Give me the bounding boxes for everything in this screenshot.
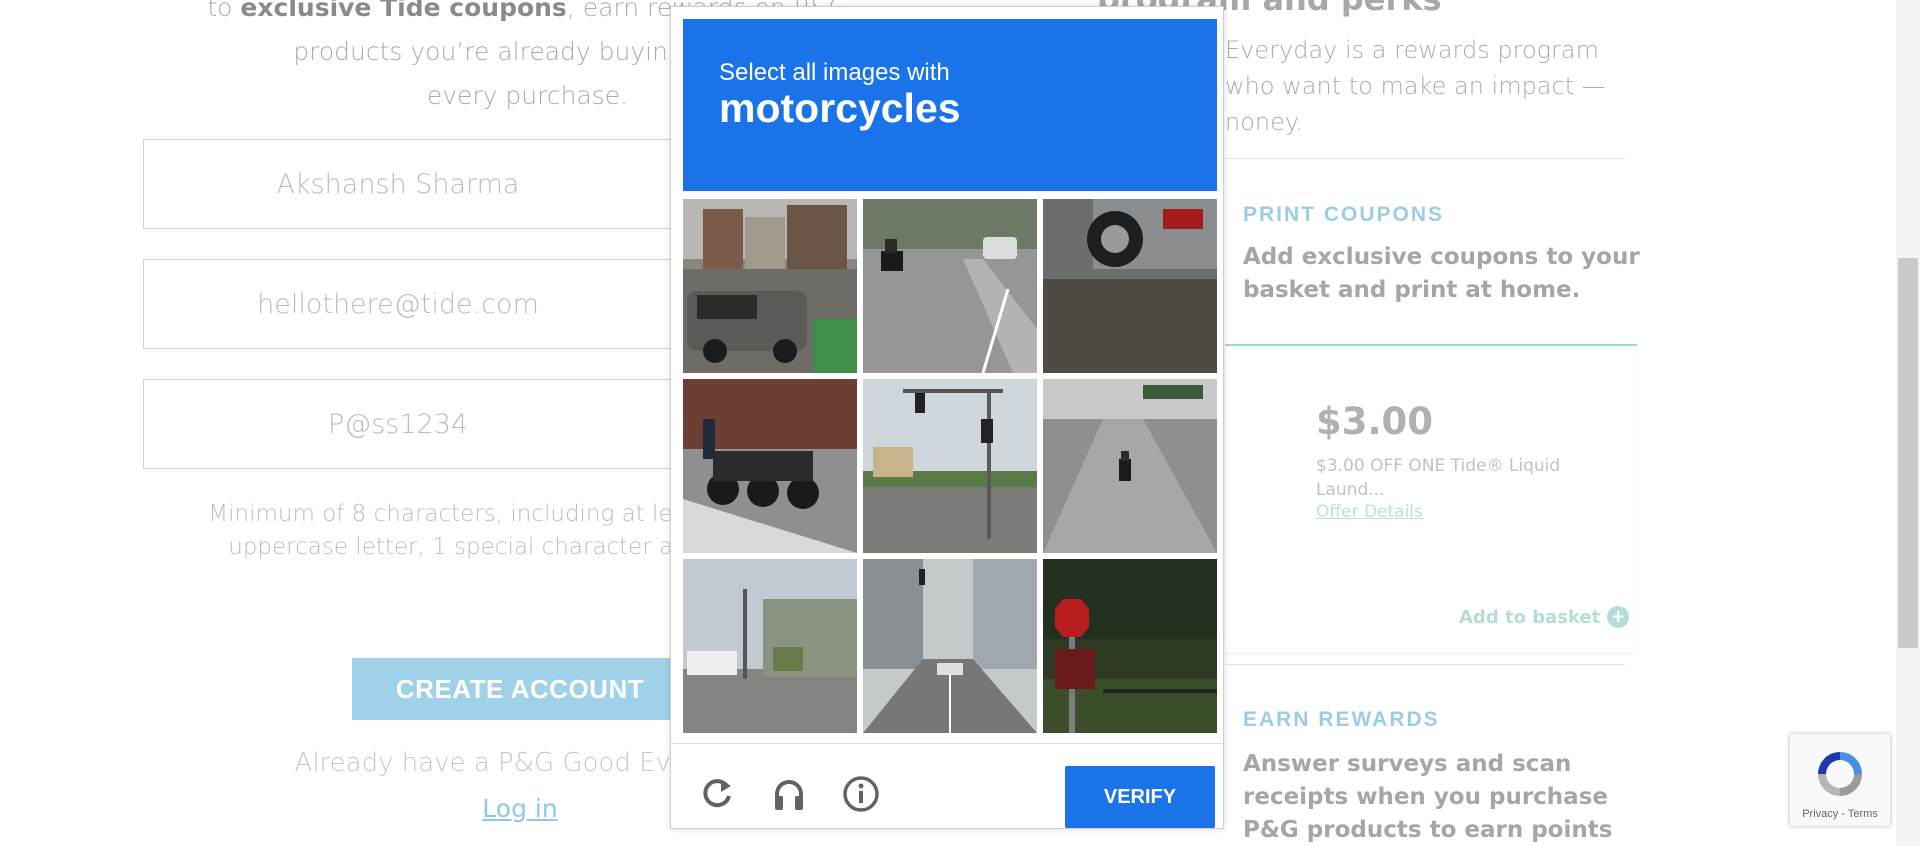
tile-image [863,199,1037,373]
info-icon[interactable] [841,774,881,814]
image-tile-industrial-street[interactable] [683,559,857,733]
program-intro-line-1: Everyday is a rewards program [1225,36,1599,64]
tile-image [683,559,857,733]
offer-details-link[interactable]: Offer Details [1316,502,1423,522]
coupon-description: $3.00 OFF ONE Tide® Liquid Laund... [1316,456,1561,500]
create-account-button[interactable]: CREATE ACCOUNT [352,658,688,720]
earn-rewards-body: Answer surveys and scan receipts when yo… [1243,751,1613,843]
divider [1225,158,1625,159]
challenge-header: Select all images with motorcycles [683,19,1217,191]
intro-prefix: to [207,0,233,22]
password-value: P@ss1234 [327,408,469,440]
image-tile-stop-sign[interactable] [1043,559,1217,733]
image-tile-parked-motorcycles[interactable] [683,379,857,553]
reload-icon[interactable] [697,774,737,814]
tile-image [1043,199,1217,373]
recaptcha-badge[interactable]: Privacy - Terms [1790,734,1890,826]
audio-icon[interactable] [769,774,809,814]
challenge-instruction: Select all images with [719,59,950,86]
recaptcha-challenge: Select all images with motorcycles VERIF… [670,6,1224,829]
print-coupons-body: Add exclusive coupons to your basket and… [1243,244,1640,303]
image-tile-traffic-light-intersection[interactable] [863,379,1037,553]
program-intro-line-2: who want to make an impact — [1225,72,1606,100]
program-intro: Everyday is a rewards program who want t… [1225,32,1625,140]
name-value: Akshansh Sharma [276,168,520,200]
tile-image [863,379,1037,553]
image-tile-highway-motorcycle-rider[interactable] [1043,379,1217,553]
recaptcha-logo-icon [1818,752,1862,796]
verify-button[interactable]: VERIFY [1065,766,1215,828]
tile-image [863,559,1037,733]
plus-icon: + [1607,606,1630,628]
recaptcha-badge-links[interactable]: Privacy - Terms [1790,808,1890,820]
divider [1225,664,1625,665]
add-to-basket-button[interactable]: Add to basket + [1459,606,1630,628]
earn-rewards-title: EARN REWARDS [1243,708,1440,731]
tile-image [1043,379,1217,553]
image-tile-street-parked-cars[interactable] [683,199,857,373]
coupon-price: $3.00 [1316,400,1434,443]
email-value: hellothere@tide.com [257,288,539,320]
print-coupons-title: PRINT COUPONS [1243,203,1445,226]
tile-image [683,379,857,553]
intro-bold: exclusive Tide coupons [240,0,567,22]
program-intro-line-3: noney. [1225,108,1304,136]
tile-image [1043,559,1217,733]
login-link[interactable]: Log in [440,794,600,823]
challenge-object: motorcycles [719,85,961,131]
tile-image [683,199,857,373]
scrollbar-thumb[interactable] [1898,258,1918,648]
add-to-basket-label: Add to basket [1459,606,1601,628]
image-tile-city-street[interactable] [863,559,1037,733]
image-tile-car-closeup[interactable] [1043,199,1217,373]
image-tile-highway-motorcycle[interactable] [863,199,1037,373]
image-grid [683,199,1217,739]
challenge-footer: VERIFY [671,743,1223,829]
